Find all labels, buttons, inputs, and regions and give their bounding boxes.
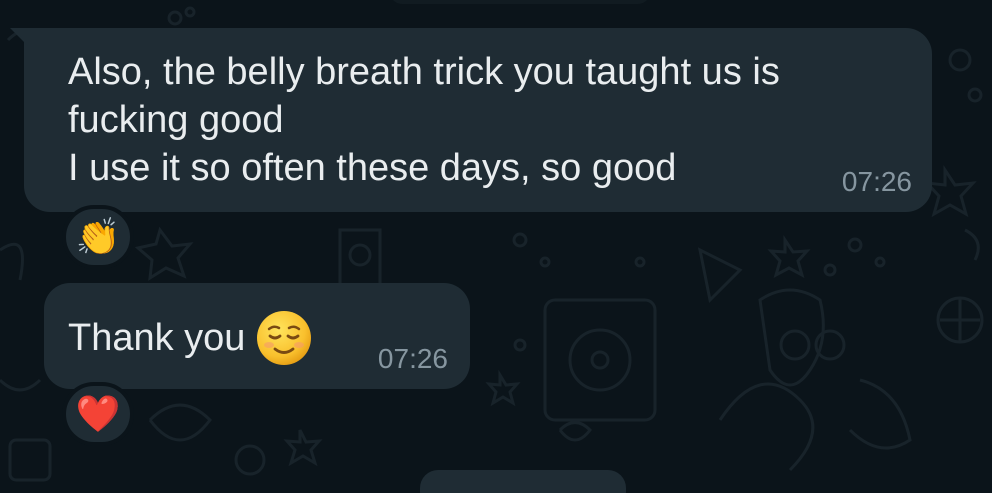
- next-message-bubble-edge: [420, 470, 626, 493]
- message-timestamp: 07:26: [841, 166, 912, 197]
- clapping-hands-icon: 👏: [75, 216, 121, 257]
- reaction-clapping-hands[interactable]: 👏: [62, 205, 134, 269]
- message-timestamp: 07:26: [377, 343, 448, 374]
- relieved-face-icon: [257, 311, 312, 365]
- message-text: Thank you: [68, 317, 246, 359]
- previous-message-bubble-edge: [390, 0, 650, 4]
- bubble-tail: [10, 28, 28, 46]
- incoming-message-bubble[interactable]: Also, the belly breath trick you taught …: [10, 28, 932, 212]
- reaction-red-heart[interactable]: ❤️: [62, 382, 134, 446]
- message-text: Also, the belly breath trick you taught …: [68, 51, 780, 189]
- incoming-message-bubble[interactable]: Thank you 07:26: [44, 283, 470, 389]
- message-text-row: Thank you: [68, 309, 313, 367]
- red-heart-icon: ❤️: [75, 393, 121, 434]
